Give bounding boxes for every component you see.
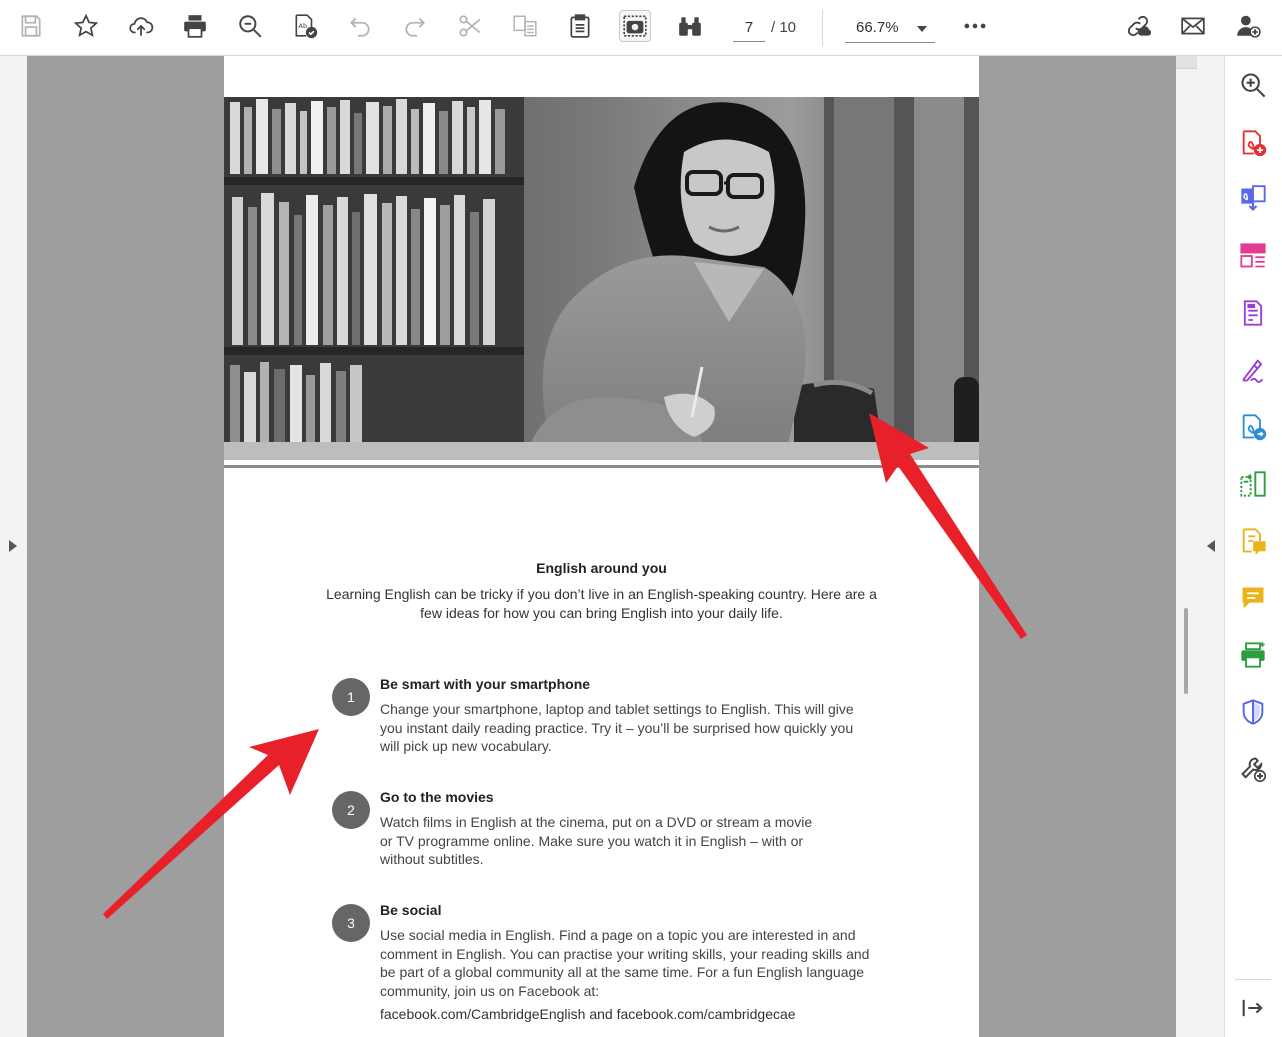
zoom-value: 66.7% xyxy=(856,19,899,36)
print-icon[interactable] xyxy=(179,10,211,42)
tip-body-2: Watch films in English at the cinema, pu… xyxy=(380,814,813,867)
combine-files-tool-icon[interactable] xyxy=(1236,182,1270,216)
edit-pdf-tool-icon[interactable] xyxy=(1236,296,1270,330)
left-panel-collapsed xyxy=(0,56,27,1037)
protect-tool-icon[interactable] xyxy=(1236,695,1270,729)
star-icon[interactable] xyxy=(70,10,102,42)
toolbar-separator xyxy=(822,10,823,46)
undo-icon[interactable] xyxy=(344,10,376,42)
collapse-panel-icon[interactable] xyxy=(1236,991,1270,1025)
binoculars-icon[interactable] xyxy=(674,10,706,42)
more-icon[interactable] xyxy=(959,10,991,42)
create-pdf-tool-icon[interactable] xyxy=(1236,126,1270,160)
page-number-input[interactable]: 7 xyxy=(733,15,765,42)
zoom-search-icon[interactable] xyxy=(234,10,266,42)
more-tools-tool-icon[interactable] xyxy=(1236,752,1270,786)
redo-icon[interactable] xyxy=(399,10,431,42)
comment-doc-tool-icon[interactable] xyxy=(1236,524,1270,558)
page-total-label: / 10 xyxy=(771,19,797,36)
tip-number-3: 3 xyxy=(332,904,370,942)
right-panel-toggle-strip xyxy=(1197,56,1225,1037)
tip-number-1: 1 xyxy=(332,678,370,716)
tip-number-2: 2 xyxy=(332,791,370,829)
save-icon[interactable] xyxy=(15,10,47,42)
mail-icon[interactable] xyxy=(1177,10,1209,42)
scrollbar-top-segment[interactable] xyxy=(1176,56,1197,69)
organize-pages-tool-icon[interactable] xyxy=(1236,239,1270,273)
scissors-icon[interactable] xyxy=(454,10,486,42)
print-production-tool-icon[interactable] xyxy=(1236,638,1270,672)
upload-cloud-icon[interactable] xyxy=(125,10,157,42)
fill-sign-tool-icon[interactable] xyxy=(1236,353,1270,387)
tip-body-1: Change your smartphone, laptop and table… xyxy=(380,701,854,754)
doc-heading: English around you xyxy=(536,560,667,576)
add-user-icon[interactable] xyxy=(1232,10,1264,42)
tip-body-3: Use social media in English. Find a page… xyxy=(380,927,870,999)
vertical-scrollbar[interactable] xyxy=(1176,56,1197,1037)
doc-intro: Learning English can be tricky if you do… xyxy=(326,586,877,621)
svg-text:Ab: Ab xyxy=(299,22,308,30)
tools-sidebar xyxy=(1225,56,1282,1037)
top-toolbar: Ab 7 / 10 66.7% xyxy=(0,0,1282,56)
zoom-in-tool-icon[interactable] xyxy=(1236,68,1270,102)
chevron-left-icon[interactable] xyxy=(1206,540,1216,552)
zoom-dropdown[interactable]: 66.7% xyxy=(845,15,935,43)
tip-title-1: Be smart with your smartphone xyxy=(380,676,591,692)
photo-woman-studying xyxy=(224,97,979,460)
chevron-down-icon xyxy=(917,26,927,32)
share-link-icon[interactable] xyxy=(1122,10,1154,42)
spellcheck-doc-icon[interactable]: Ab xyxy=(289,10,321,42)
scrollbar-thumb[interactable] xyxy=(1184,608,1188,694)
compress-tool-icon[interactable] xyxy=(1236,467,1270,501)
tip-title-2: Go to the movies xyxy=(380,789,494,805)
export-pdf-tool-icon[interactable] xyxy=(1236,410,1270,444)
comment-tool-icon[interactable] xyxy=(1236,581,1270,615)
chevron-right-icon[interactable] xyxy=(8,540,18,552)
copy-format-icon[interactable] xyxy=(509,10,541,42)
clipboard-icon[interactable] xyxy=(564,10,596,42)
tip-title-3: Be social xyxy=(380,902,442,918)
facebook-links: facebook.com/CambridgeEnglish and facebo… xyxy=(380,1006,796,1022)
snapshot-icon[interactable] xyxy=(619,10,651,42)
sidebar-divider xyxy=(1235,979,1271,980)
